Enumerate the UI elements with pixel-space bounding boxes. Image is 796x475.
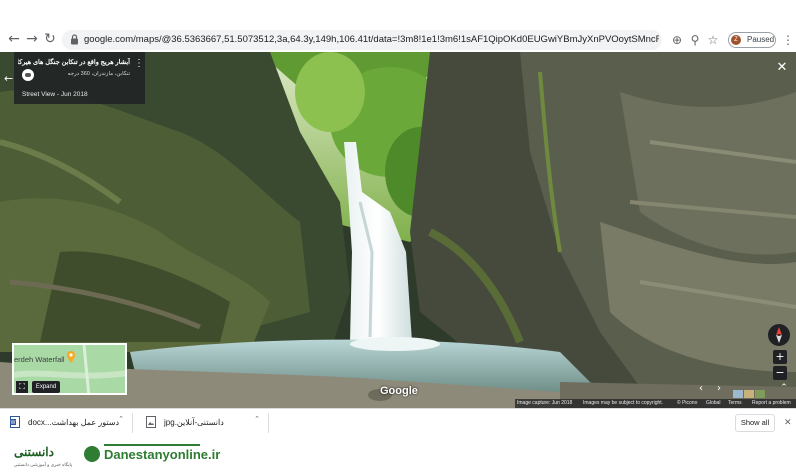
global-link[interactable]: Global: [706, 399, 720, 408]
more-options-icon[interactable]: ⋮: [134, 58, 144, 70]
report-problem-link[interactable]: Report a problem: [752, 399, 791, 408]
zoom-in-button[interactable]: +: [773, 350, 787, 364]
fullscreen-icon[interactable]: ⛶: [16, 381, 28, 393]
watermark-persian-brand: دانستنی: [14, 445, 54, 459]
download-filename[interactable]: دانستنی-آنلاین.jpg: [164, 415, 224, 431]
watermark-rule: [104, 444, 200, 446]
back-icon[interactable]: ←: [6, 31, 22, 47]
zoom-icon[interactable]: ⚲: [688, 33, 702, 47]
image-capture-date: Image capture: Jun 2018: [517, 400, 573, 406]
photo-thumbnail[interactable]: [744, 390, 754, 398]
browser-toolbar: ← → ↻ google.com/maps/@36.5363667,51.507…: [0, 0, 796, 52]
google-logo: Google: [380, 385, 418, 397]
expand-button[interactable]: Expand: [32, 381, 60, 393]
photo-credit[interactable]: © Picono: [677, 399, 697, 408]
zoom-out-button[interactable]: −: [773, 366, 787, 380]
close-shelf-icon[interactable]: ✕: [784, 418, 794, 428]
place-subtitle: تنکابن، مازندران، 360 درجه: [67, 71, 130, 77]
chevron-up-icon[interactable]: ⌃: [252, 415, 262, 423]
chevron-up-icon[interactable]: ⌃: [116, 415, 126, 423]
minimap[interactable]: erdeh Waterfall ⛶ Expand: [12, 343, 127, 395]
download-item[interactable]: W دستور عمل بهداشت...docx: [10, 415, 130, 431]
watermark-bar: دانستنی پایگاه خبری و آموزشی دانستنی Dan…: [0, 436, 796, 475]
watermark-tagline: پایگاه خبری و آموزشی دانستنی: [14, 462, 73, 467]
divider: [268, 413, 269, 433]
watermark-latin-brand: Danestanyonline.ir: [104, 447, 221, 462]
svg-text:W: W: [11, 420, 16, 426]
profile-status: Paused: [747, 35, 775, 44]
place-info-card[interactable]: آبشار هریج واقع در تنکابن جنگل های هیرکا…: [14, 52, 145, 104]
download-item[interactable]: دانستنی-آنلاین.jpg: [146, 415, 246, 431]
url-text[interactable]: google.com/maps/@36.5363667,51.5073512,3…: [84, 34, 659, 45]
address-bar[interactable]: google.com/maps/@36.5363667,51.5073512,3…: [62, 30, 662, 50]
reload-icon[interactable]: ↻: [42, 31, 58, 47]
add-icon[interactable]: ⊕: [670, 33, 684, 47]
watermark-logo-icon: [84, 446, 100, 462]
copyright-notice: Images may be subject to copyright.: [583, 400, 664, 406]
compass-needle: [776, 327, 782, 343]
expand-photos-icon[interactable]: ⌃: [778, 382, 790, 394]
terms-link[interactable]: Terms: [728, 399, 742, 408]
forward-icon[interactable]: →: [24, 31, 40, 47]
compass-icon[interactable]: [768, 324, 790, 346]
next-photo-icon[interactable]: ›: [712, 382, 726, 396]
show-all-button[interactable]: Show all: [735, 414, 775, 432]
street-view-panorama[interactable]: ← آبشار هریج واقع در تنکابن جنگل های هیر…: [0, 52, 796, 408]
star-icon[interactable]: ☆: [706, 33, 720, 47]
back-arrow-icon[interactable]: ←: [4, 73, 14, 84]
prev-photo-icon[interactable]: ‹: [694, 382, 708, 396]
place-title[interactable]: آبشار هریج واقع در تنکابن جنگل های هیرکا…: [18, 58, 130, 66]
downloads-shelf: W دستور عمل بهداشت...docx ⌃ دانستنی-آنلا…: [0, 408, 796, 436]
download-filename[interactable]: دستور عمل بهداشت...docx: [28, 415, 119, 431]
map-footer: Image capture: Jun 2018 Images may be su…: [515, 399, 796, 408]
divider: [132, 413, 133, 433]
photo-thumbnail[interactable]: [755, 390, 765, 398]
close-icon[interactable]: ✕: [776, 61, 788, 74]
avatar: Z: [731, 35, 741, 45]
minimap-place-label: erdeh Waterfall: [14, 355, 65, 364]
menu-icon[interactable]: ⋮: [781, 33, 795, 47]
lock-icon: [71, 34, 78, 45]
photo-strip[interactable]: [733, 385, 767, 398]
profile-button[interactable]: Z Paused: [728, 32, 776, 48]
street-view-date: Street View - Jun 2018: [22, 91, 88, 98]
location-pin-icon: [67, 351, 75, 363]
photo-thumbnail[interactable]: [733, 390, 743, 398]
word-doc-icon: W: [10, 416, 20, 428]
contributor-avatar[interactable]: [22, 69, 34, 81]
image-file-icon: [146, 416, 156, 428]
